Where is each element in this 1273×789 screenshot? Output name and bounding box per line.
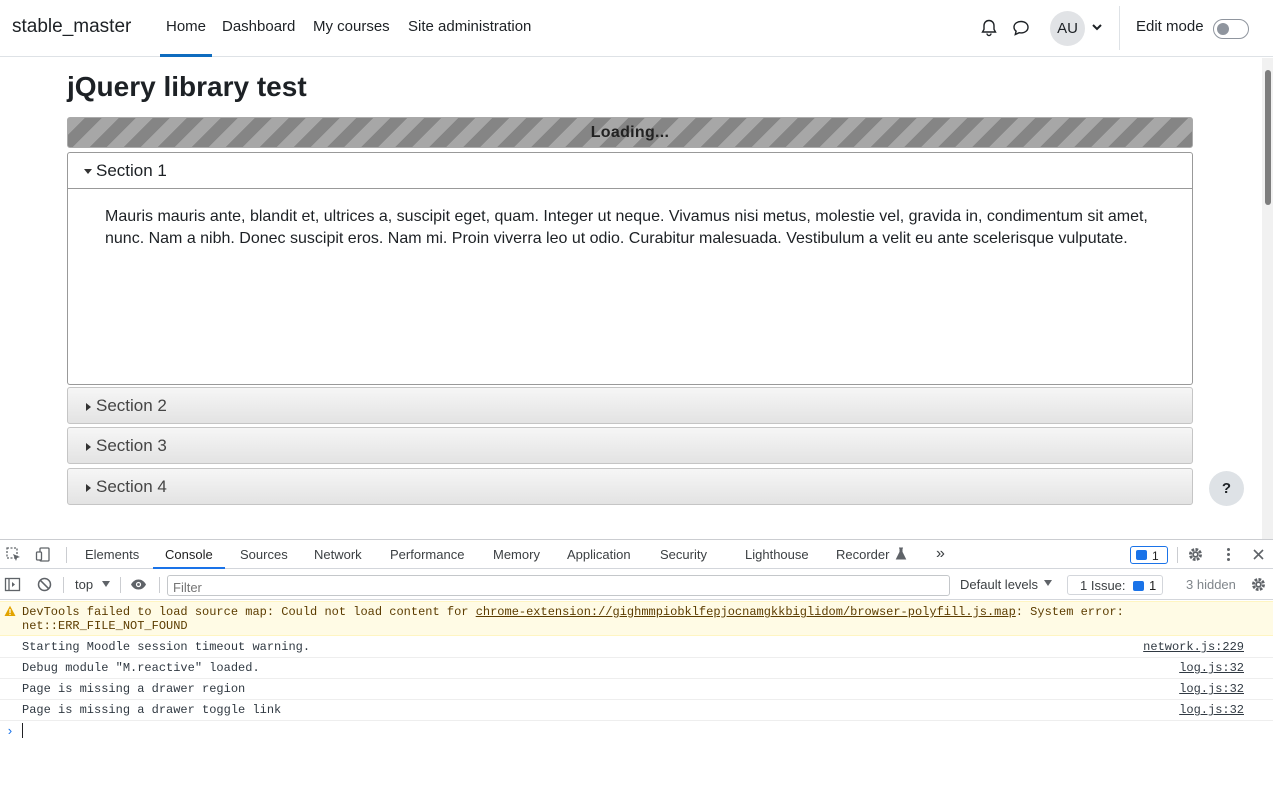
- section-label: Section 2: [96, 396, 167, 415]
- kebab-menu-icon[interactable]: [1220, 546, 1237, 563]
- more-tabs-button[interactable]: »: [936, 545, 945, 563]
- log-message: Page is missing a drawer region: [22, 682, 246, 696]
- log-source-link[interactable]: log.js:32: [1179, 682, 1244, 696]
- messages-badge[interactable]: 1: [1130, 546, 1168, 564]
- devtools-panel: Elements Console Sources Network Perform…: [0, 539, 1273, 789]
- triangle-down-icon: [84, 169, 92, 174]
- nav-divider: [1119, 6, 1120, 50]
- page-title: jQuery library test: [67, 71, 307, 102]
- top-navbar: stable_master Home Dashboard My courses …: [0, 0, 1273, 57]
- bell-icon[interactable]: [979, 18, 999, 38]
- clear-console-icon[interactable]: [36, 576, 53, 593]
- log-source-link[interactable]: network.js:229: [1143, 640, 1244, 654]
- tab-elements[interactable]: Elements: [85, 547, 139, 562]
- log-message: Starting Moodle session timeout warning.: [22, 640, 311, 654]
- tab-application[interactable]: Application: [567, 547, 631, 562]
- accordion-header-section-2[interactable]: Section 2: [67, 387, 1193, 424]
- triangle-right-icon: [86, 403, 91, 411]
- accordion-header-section-4[interactable]: Section 4: [67, 468, 1193, 505]
- tab-performance[interactable]: Performance: [390, 547, 464, 562]
- console-log-row: Page is missing a drawer region log.js:3…: [0, 679, 1273, 700]
- warning-message: DevTools failed to load source map: Coul…: [22, 605, 1262, 633]
- tab-network[interactable]: Network: [314, 547, 362, 562]
- issues-count: 1: [1149, 578, 1157, 593]
- eye-icon[interactable]: [130, 576, 147, 593]
- tab-console[interactable]: Console: [153, 547, 225, 569]
- filter-input[interactable]: [167, 575, 950, 596]
- log-source-link[interactable]: log.js:32: [1179, 661, 1244, 675]
- console-prompt-icon: ›: [6, 724, 14, 739]
- console-input-cursor[interactable]: [22, 723, 23, 738]
- issues-button[interactable]: 1 Issue: 1: [1067, 575, 1163, 595]
- chat-bubble-icon[interactable]: [1011, 18, 1031, 38]
- message-icon: [1133, 581, 1144, 591]
- device-toolbar-icon[interactable]: [35, 546, 52, 563]
- caret-down-icon: [102, 581, 110, 587]
- page-scrollbar[interactable]: [1262, 58, 1273, 539]
- section-label: Section 3: [96, 436, 167, 455]
- tab-security[interactable]: Security: [660, 547, 707, 562]
- loading-progressbar: Loading...: [67, 117, 1193, 148]
- tab-recorder[interactable]: Recorder: [836, 547, 889, 562]
- hidden-messages-count: 3 hidden: [1186, 577, 1236, 592]
- caret-down-icon: [1044, 580, 1052, 586]
- divider: [1177, 547, 1178, 563]
- tab-lighthouse[interactable]: Lighthouse: [745, 547, 809, 562]
- toggle-knob: [1217, 23, 1229, 35]
- flask-icon: [895, 547, 907, 561]
- warning-icon: [4, 605, 16, 617]
- tab-sources[interactable]: Sources: [240, 547, 288, 562]
- context-selector[interactable]: top: [75, 577, 93, 592]
- edit-mode-toggle[interactable]: [1213, 19, 1249, 39]
- section-label: Section 4: [96, 477, 167, 496]
- sidebar-toggle-icon[interactable]: [4, 576, 21, 593]
- log-message: Debug module "M.reactive" loaded.: [22, 661, 260, 675]
- log-message: Page is missing a drawer toggle link: [22, 703, 282, 717]
- console-toolbar: top Default levels 1 Issue: 1 3 hidden: [0, 570, 1273, 600]
- devtools-tabbar: Elements Console Sources Network Perform…: [0, 540, 1273, 569]
- source-map-link[interactable]: chrome-extension://gighmmpiobklfepjocnam…: [476, 605, 1016, 619]
- section-1-text: Mauris mauris ante, blandit et, ultrices…: [105, 208, 1148, 247]
- divider: [63, 577, 64, 593]
- nav-item-dashboard[interactable]: Dashboard: [222, 18, 295, 57]
- close-icon[interactable]: [1250, 546, 1267, 563]
- console-warning: DevTools failed to load source map: Coul…: [0, 601, 1273, 636]
- nav-item-home[interactable]: Home: [159, 18, 213, 57]
- console-log-row: Page is missing a drawer toggle link log…: [0, 700, 1273, 721]
- scrollbar-thumb[interactable]: [1265, 70, 1271, 205]
- console-log-row: Debug module "M.reactive" loaded. log.js…: [0, 658, 1273, 679]
- user-avatar[interactable]: AU: [1050, 11, 1085, 46]
- warning-prefix: DevTools failed to load source map: Coul…: [22, 605, 476, 619]
- nav-item-site-administration[interactable]: Site administration: [408, 18, 531, 57]
- edit-mode-label: Edit mode: [1136, 18, 1204, 35]
- nav-item-my-courses[interactable]: My courses: [313, 18, 390, 57]
- triangle-right-icon: [86, 443, 91, 451]
- console-log-row: Starting Moodle session timeout warning.…: [0, 637, 1273, 658]
- gear-icon[interactable]: [1250, 576, 1267, 593]
- inspect-element-icon[interactable]: [5, 546, 22, 563]
- progress-label: Loading...: [590, 124, 670, 141]
- site-brand[interactable]: stable_master: [12, 16, 131, 38]
- tab-memory[interactable]: Memory: [493, 547, 540, 562]
- issues-label: 1 Issue:: [1080, 578, 1126, 593]
- log-source-link[interactable]: log.js:32: [1179, 703, 1244, 717]
- message-icon: [1136, 550, 1147, 560]
- help-button[interactable]: ?: [1209, 471, 1244, 506]
- accordion-header-section-3[interactable]: Section 3: [67, 427, 1193, 464]
- divider: [120, 577, 121, 593]
- triangle-right-icon: [86, 484, 91, 492]
- accordion-panel-section-1: Mauris mauris ante, blandit et, ultrices…: [67, 189, 1193, 385]
- section-label: Section 1: [96, 161, 167, 180]
- log-levels-dropdown[interactable]: Default levels: [960, 577, 1038, 592]
- divider: [159, 577, 160, 593]
- divider: [66, 547, 67, 563]
- accordion-header-section-1[interactable]: Section 1: [67, 152, 1193, 189]
- gear-icon[interactable]: [1187, 546, 1204, 563]
- badge-count: 1: [1152, 549, 1159, 563]
- chevron-down-icon[interactable]: [1090, 20, 1104, 34]
- page-content: jQuery library test Loading... Section 1…: [0, 58, 1273, 539]
